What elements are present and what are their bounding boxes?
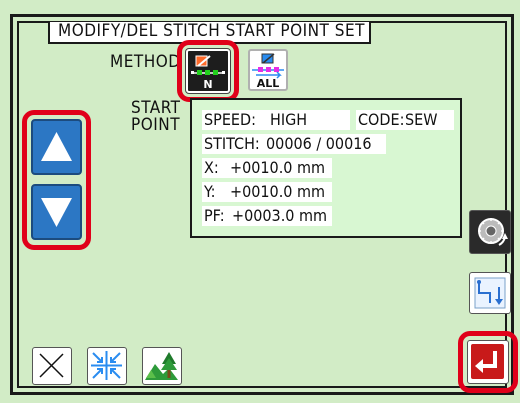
down-arrow-button[interactable] xyxy=(31,184,82,240)
y-value: +0010.0 mm xyxy=(230,182,326,201)
stitch-row: STITCH: 00006 / 00016 xyxy=(202,134,386,154)
enter-return-icon xyxy=(471,344,504,379)
code-label: CODE: xyxy=(358,110,405,129)
hand-wheel-icon xyxy=(478,218,508,246)
svg-text:N: N xyxy=(203,78,212,91)
y-label: Y: xyxy=(204,182,216,201)
feed-step-icon xyxy=(474,277,506,309)
x-value: +0010.0 mm xyxy=(230,158,326,177)
svg-text:ALL: ALL xyxy=(257,77,280,89)
center-button[interactable] xyxy=(87,347,127,385)
enter-button[interactable] xyxy=(467,340,509,384)
start-point-info-panel: SPEED: HIGH CODE: SEW STITCH: 00006 / 00… xyxy=(190,98,462,238)
start-point-label-line1: START xyxy=(131,98,181,118)
x-label: X: xyxy=(204,158,219,177)
hand-wheel-button[interactable] xyxy=(469,210,511,254)
triangle-down-icon xyxy=(41,198,72,227)
y-row: Y: +0010.0 mm xyxy=(202,182,332,202)
speed-value: HIGH xyxy=(270,110,308,129)
method-label: METHOD xyxy=(110,52,181,72)
stitch-value: 00006 / 00016 xyxy=(266,134,372,153)
cancel-x-icon xyxy=(39,353,64,378)
triangle-up-icon xyxy=(41,132,72,161)
all-stitches-icon: ALL xyxy=(252,53,284,89)
up-arrow-button[interactable] xyxy=(31,119,82,175)
feed-button[interactable] xyxy=(469,272,511,314)
x-row: X: +0010.0 mm xyxy=(202,158,332,178)
start-point-label-line2: POINT xyxy=(131,115,181,135)
center-arrows-icon xyxy=(91,351,122,380)
method-all-button[interactable]: ALL xyxy=(248,49,288,91)
view-button[interactable] xyxy=(142,347,182,385)
pf-label: PF: xyxy=(204,206,225,225)
stitch-label: STITCH: xyxy=(204,134,260,153)
landscape-view-icon xyxy=(145,352,178,380)
code-value: SEW xyxy=(405,110,438,129)
cancel-button[interactable] xyxy=(32,347,72,385)
pf-row: PF: +0003.0 mm xyxy=(202,206,332,226)
screen: MODIFY/DEL STITCH START POINT SET METHOD… xyxy=(0,0,520,403)
speed-code-row: SPEED: HIGH CODE: SEW xyxy=(202,110,454,130)
method-single-button[interactable]: N xyxy=(186,49,230,93)
single-stitch-icon: N xyxy=(191,55,225,91)
pf-value: +0003.0 mm xyxy=(232,206,328,225)
speed-label: SPEED: xyxy=(204,110,256,129)
